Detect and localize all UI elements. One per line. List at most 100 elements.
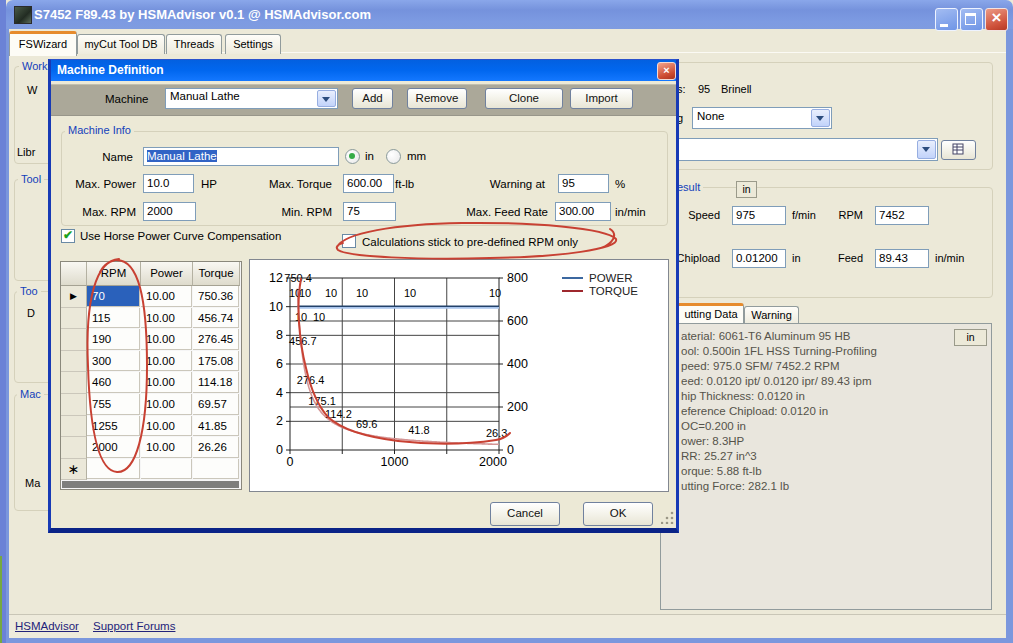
table-row-header[interactable]: ▶ xyxy=(61,286,87,308)
machine-select[interactable]: Manual Lathe xyxy=(165,88,338,109)
link-support-forums[interactable]: Support Forums xyxy=(93,620,175,632)
max-power-field[interactable]: 10.0 xyxy=(143,174,194,193)
max-feed-rate-field[interactable]: 300.00 xyxy=(555,202,611,221)
warning-at-field[interactable]: 95 xyxy=(558,174,609,193)
svg-text:0: 0 xyxy=(287,455,294,469)
close-icon: × xyxy=(992,8,1002,27)
table-cell[interactable] xyxy=(141,459,192,480)
max-feed-rate-label: Max. Feed Rate xyxy=(455,206,548,218)
table-header-rpm[interactable]: RPM xyxy=(87,262,141,286)
table-cell[interactable]: 10.00 xyxy=(141,372,192,393)
max-rpm-field[interactable]: 2000 xyxy=(143,202,196,221)
coating-dropdown-icon[interactable] xyxy=(811,109,830,127)
table-cell[interactable]: 1255 xyxy=(87,416,140,437)
table-cell[interactable]: 10.00 xyxy=(141,437,192,458)
hp-curve-checkbox[interactable]: ✔ xyxy=(61,229,75,243)
table-cell[interactable]: 750.36 xyxy=(193,286,239,307)
remove-button[interactable]: Remove xyxy=(407,88,467,109)
table-cell[interactable]: 755 xyxy=(87,394,140,415)
add-button[interactable]: Add xyxy=(352,88,393,109)
table-cell[interactable]: 114.18 xyxy=(193,372,239,393)
tab-mycut-tool-db[interactable]: myCut Tool DB xyxy=(77,34,165,54)
radio-in[interactable] xyxy=(345,149,360,164)
label-d: D xyxy=(27,307,35,319)
svg-text:10: 10 xyxy=(299,287,311,299)
resize-grip[interactable] xyxy=(661,510,675,524)
table-cell[interactable]: 10.00 xyxy=(141,308,192,329)
table-cell[interactable]: 460 xyxy=(87,372,140,393)
table-cell[interactable]: 69.57 xyxy=(193,394,239,415)
tool-edit-button[interactable] xyxy=(941,140,976,160)
dialog-close-button[interactable]: × xyxy=(657,62,676,80)
speed-field[interactable]: 975 xyxy=(732,206,786,225)
table-cell[interactable]: 190 xyxy=(87,329,140,350)
svg-text:41.8: 41.8 xyxy=(408,424,429,436)
table-row-header[interactable] xyxy=(61,394,87,416)
max-torque-field[interactable]: 600.00 xyxy=(343,174,394,193)
table-cell[interactable]: 10.00 xyxy=(141,351,192,372)
table-cell[interactable]: 10.00 xyxy=(141,394,192,415)
table-cell[interactable]: 175.08 xyxy=(193,351,239,372)
max-rpm-label: Max. RPM xyxy=(63,206,136,218)
table-cell[interactable]: 276.45 xyxy=(193,329,239,350)
table-cell[interactable]: 10.00 xyxy=(141,416,192,437)
table-row-header[interactable] xyxy=(61,372,87,394)
desktop-grass xyxy=(0,556,2,643)
tab-settings[interactable]: Settings xyxy=(225,34,281,54)
table-row-header[interactable] xyxy=(61,329,87,351)
svg-text:400: 400 xyxy=(507,357,528,371)
svg-text:200: 200 xyxy=(507,400,528,414)
svg-text:26.3: 26.3 xyxy=(486,427,507,439)
hp-curve-check-icon: ✔ xyxy=(63,228,73,242)
max-feed-rate-unit: in/min xyxy=(615,206,646,218)
rpm-field[interactable]: 7452 xyxy=(875,206,929,225)
table-cell[interactable]: 115 xyxy=(87,308,140,329)
table-cell[interactable] xyxy=(193,459,239,480)
link-hsmadvisor[interactable]: HSMAdvisor xyxy=(15,620,79,632)
radio-in-label: in xyxy=(365,150,374,162)
ok-button[interactable]: OK xyxy=(583,502,653,526)
table-header-power[interactable]: Power xyxy=(141,262,193,286)
table-cell[interactable]: 2000 xyxy=(87,437,140,458)
table-cell[interactable]: 10.00 xyxy=(141,329,192,350)
name-label: Name xyxy=(73,151,133,163)
table-row-header[interactable]: ∗ xyxy=(61,459,87,481)
maximize-button[interactable] xyxy=(960,8,983,31)
minimize-button[interactable] xyxy=(935,8,958,31)
rpm-table: RPMPowerTorque▶7010.00750.3611510.00456.… xyxy=(60,261,242,490)
window-border-right[interactable] xyxy=(1006,29,1013,643)
feed-field[interactable]: 89.43 xyxy=(875,249,929,268)
table-row-header[interactable] xyxy=(61,416,87,438)
tool-dropdown-icon[interactable] xyxy=(917,140,936,159)
table-cell[interactable]: 41.85 xyxy=(193,416,239,437)
coating-select[interactable]: None xyxy=(692,107,832,129)
table-cell[interactable]: 70 xyxy=(87,286,140,307)
cancel-button[interactable]: Cancel xyxy=(490,502,560,526)
clone-button[interactable]: Clone xyxy=(485,88,563,109)
table-horizontal-scrollbar[interactable] xyxy=(62,481,239,488)
tab-threads[interactable]: Threads xyxy=(166,34,222,54)
name-field[interactable]: Manual Lathe xyxy=(143,147,339,166)
table-row-header[interactable] xyxy=(61,351,87,373)
table-cell[interactable]: 300 xyxy=(87,351,140,372)
radio-mm[interactable] xyxy=(386,149,401,164)
tool-select[interactable] xyxy=(655,138,938,161)
table-header-torque[interactable]: Torque xyxy=(193,262,240,286)
tab-warning[interactable]: Warning xyxy=(744,306,799,324)
tab-fswizard[interactable]: FSWizard xyxy=(9,31,77,56)
table-cell[interactable]: 456.74 xyxy=(193,308,239,329)
table-row-header[interactable] xyxy=(61,437,87,459)
hardness-value: 95 xyxy=(698,83,710,95)
table-cell[interactable] xyxy=(87,459,140,480)
min-rpm-field[interactable]: 75 xyxy=(343,202,396,221)
svg-text:10: 10 xyxy=(295,311,307,323)
chipload-field[interactable]: 0.01200 xyxy=(732,249,786,268)
cutting-data-line: hip Thickness: 0.0120 in xyxy=(681,390,805,402)
table-cell[interactable]: 10.00 xyxy=(141,286,192,307)
table-row-header[interactable] xyxy=(61,308,87,330)
import-button[interactable]: Import xyxy=(570,88,633,109)
machine-dropdown-icon[interactable] xyxy=(317,90,336,107)
close-button[interactable]: × xyxy=(985,8,1008,31)
rpm-only-checkbox[interactable] xyxy=(342,234,356,248)
table-cell[interactable]: 26.26 xyxy=(193,437,239,458)
